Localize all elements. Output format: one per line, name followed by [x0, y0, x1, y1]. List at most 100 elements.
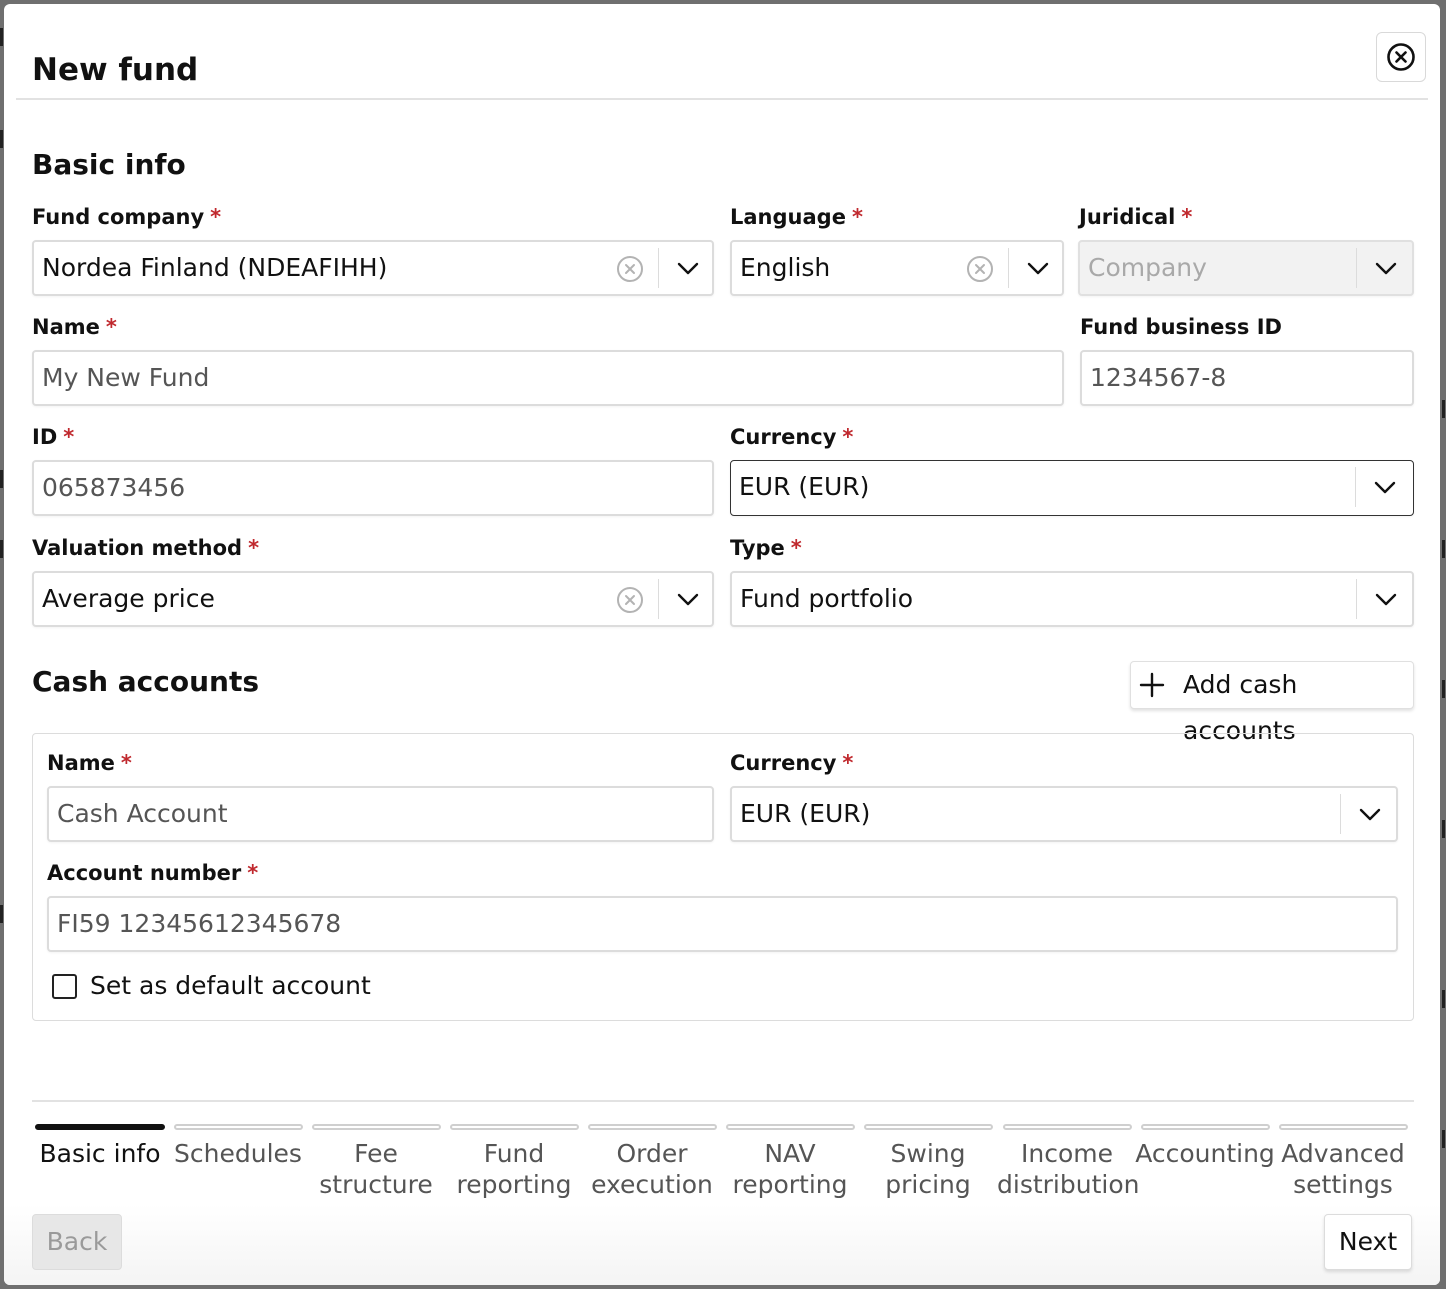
fund-company-select[interactable]: Nordea Finland (NDEAFIHH): [32, 240, 714, 296]
fund-business-id-input[interactable]: 1234567-8: [1080, 350, 1414, 406]
step-indicator-order-execution[interactable]: [588, 1124, 717, 1130]
step-fund-reporting[interactable]: Fund reporting: [444, 1138, 584, 1200]
next-button[interactable]: Next: [1324, 1214, 1412, 1270]
id-value: 065873456: [42, 473, 186, 502]
id-input[interactable]: 065873456: [32, 460, 714, 516]
clear-icon[interactable]: [616, 586, 644, 614]
fund-name-input[interactable]: My New Fund: [32, 350, 1064, 406]
select-separator: [658, 579, 659, 619]
cash-account-name-label: Name *: [47, 750, 132, 776]
step-fee-structure-line1: Fee: [354, 1139, 398, 1168]
juridical-select[interactable]: Company: [1078, 240, 1414, 296]
background-mark: [0, 28, 3, 46]
add-cash-accounts-button[interactable]: Add cash accounts: [1130, 661, 1414, 745]
chevron-down-icon[interactable]: [1026, 256, 1050, 280]
juridical-label-text: Juridical: [1079, 205, 1176, 229]
step-advanced-settings-line2: settings: [1293, 1170, 1393, 1199]
clear-icon[interactable]: [616, 255, 644, 283]
chevron-down-icon[interactable]: [676, 256, 700, 280]
type-value: Fund portfolio: [740, 584, 914, 613]
select-separator: [658, 248, 659, 288]
cash-account-currency-select[interactable]: EUR (EUR): [730, 786, 1398, 842]
language-label: Language *: [730, 204, 863, 230]
close-button[interactable]: [1376, 32, 1426, 82]
juridical-label: Juridical *: [1079, 204, 1192, 230]
step-fee-structure[interactable]: Fee structure: [306, 1138, 446, 1200]
chevron-down-icon[interactable]: [1374, 256, 1398, 280]
background-mark: [0, 905, 3, 923]
step-nav-reporting-line1: NAV: [764, 1139, 816, 1168]
fund-business-id-label-text: Fund business ID: [1080, 315, 1282, 339]
step-income-distribution[interactable]: Income distribution: [997, 1138, 1139, 1200]
basic-info-heading: Basic info: [32, 148, 186, 181]
cash-accounts-heading: Cash accounts: [32, 665, 260, 698]
chevron-down-icon[interactable]: [1373, 475, 1397, 499]
step-indicator-swing-pricing[interactable]: [864, 1124, 993, 1130]
valuation-method-value: Average price: [42, 584, 215, 613]
step-swing-pricing[interactable]: Swing pricing: [858, 1138, 998, 1200]
chevron-down-icon[interactable]: [676, 587, 700, 611]
fund-name-label-text: Name: [32, 315, 100, 339]
step-accounting[interactable]: Accounting: [1135, 1138, 1275, 1169]
required-marker: *: [120, 751, 132, 775]
back-button[interactable]: Back: [32, 1214, 122, 1270]
select-separator: [1356, 248, 1357, 288]
background-mark: [1442, 680, 1445, 698]
chevron-down-icon[interactable]: [1374, 587, 1398, 611]
step-swing-pricing-line2: pricing: [885, 1170, 971, 1199]
default-account-label[interactable]: Set as default account: [90, 970, 371, 1002]
step-indicator-income-distribution[interactable]: [1003, 1124, 1132, 1130]
step-indicator-fee-structure[interactable]: [312, 1124, 441, 1130]
step-schedules[interactable]: Schedules: [168, 1138, 308, 1169]
fund-name-label: Name *: [32, 314, 117, 340]
step-indicator-schedules[interactable]: [174, 1124, 303, 1130]
select-separator: [1356, 579, 1357, 619]
select-separator: [1355, 467, 1356, 507]
account-number-value: FI59 12345612345678: [57, 909, 342, 938]
language-select[interactable]: English: [730, 240, 1064, 296]
valuation-method-select[interactable]: Average price: [32, 571, 714, 627]
step-basic-info[interactable]: Basic info: [30, 1138, 170, 1169]
required-marker: *: [842, 751, 854, 775]
new-fund-dialog: New fund Basic info Fund company * Nordea…: [4, 4, 1440, 1285]
valuation-method-label-text: Valuation method: [32, 536, 243, 560]
step-indicator-fund-reporting[interactable]: [450, 1124, 579, 1130]
clear-icon[interactable]: [966, 255, 994, 283]
cash-account-name-label-text: Name: [47, 751, 115, 775]
step-nav-reporting[interactable]: NAV reporting: [720, 1138, 860, 1200]
default-account-checkbox[interactable]: [52, 974, 77, 999]
plus-icon: [1139, 672, 1165, 698]
step-advanced-settings[interactable]: Advanced settings: [1273, 1138, 1413, 1200]
step-indicator-nav-reporting[interactable]: [726, 1124, 855, 1130]
currency-value: EUR (EUR): [739, 472, 870, 501]
cash-account-name-input[interactable]: Cash Account: [47, 786, 714, 842]
step-swing-pricing-line1: Swing: [890, 1139, 966, 1168]
required-marker: *: [851, 205, 863, 229]
required-marker: *: [105, 315, 117, 339]
step-fund-reporting-line1: Fund: [483, 1139, 545, 1168]
step-indicator-advanced-settings[interactable]: [1279, 1124, 1408, 1130]
background-mark: [1442, 400, 1445, 418]
step-indicator-basic-info[interactable]: [35, 1124, 165, 1130]
required-marker: *: [842, 425, 854, 449]
step-indicator-accounting[interactable]: [1141, 1124, 1270, 1130]
background-mark: [0, 540, 3, 558]
steps-divider: [32, 1100, 1414, 1102]
currency-select[interactable]: EUR (EUR): [730, 460, 1414, 516]
fund-name-value: My New Fund: [42, 363, 210, 392]
chevron-down-icon[interactable]: [1358, 802, 1382, 826]
dialog-header: New fund: [16, 4, 1428, 100]
required-marker: *: [248, 536, 260, 560]
background-mark: [1442, 990, 1445, 1008]
type-select[interactable]: Fund portfolio: [730, 571, 1414, 627]
account-number-input[interactable]: FI59 12345612345678: [47, 896, 1398, 952]
required-marker: *: [790, 536, 802, 560]
footer-background: [4, 1204, 1440, 1285]
type-label-text: Type: [730, 536, 785, 560]
fund-business-id-value: 1234567-8: [1090, 363, 1227, 392]
required-marker: *: [1181, 205, 1193, 229]
step-order-execution-line1: Order: [616, 1139, 688, 1168]
required-marker: *: [247, 861, 259, 885]
step-order-execution[interactable]: Order execution: [582, 1138, 722, 1200]
dialog-title: New fund: [32, 52, 199, 88]
